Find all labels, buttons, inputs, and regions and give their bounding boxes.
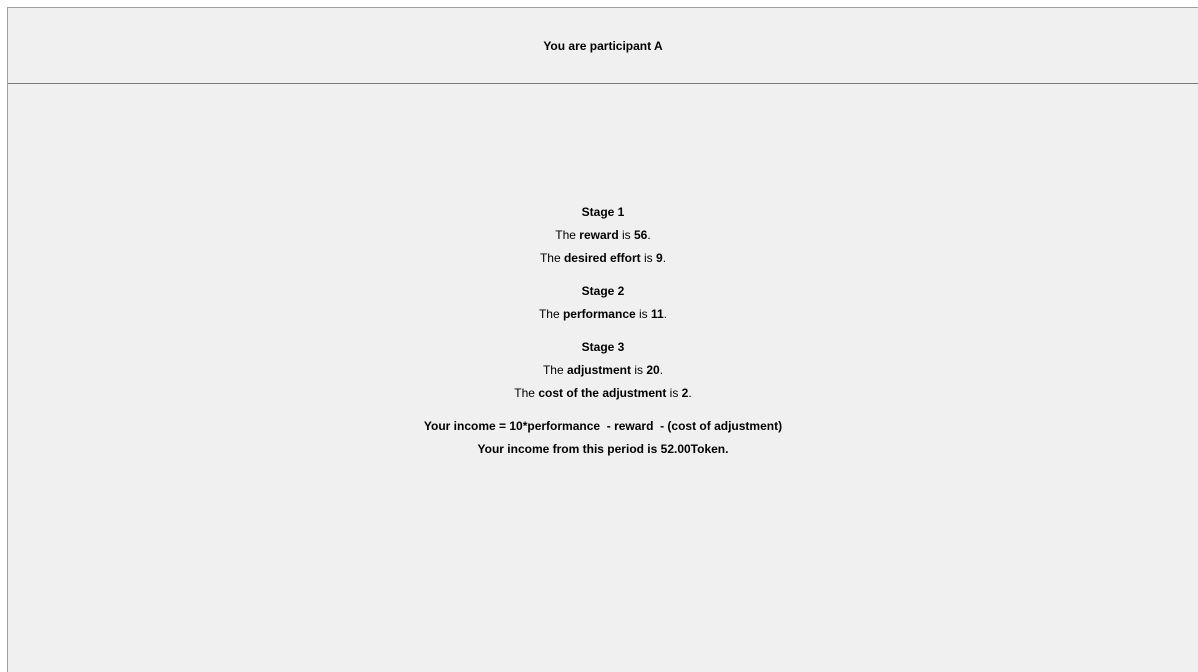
stage3-cost-line: The cost of the adjustment is 2. [514, 386, 692, 400]
reward-value: 56 [634, 228, 648, 242]
income-formula: Your income = 10*performance - reward - … [423, 419, 783, 433]
stage2-heading: Stage 2 [581, 284, 625, 298]
stage3-adjustment-line: The adjustment is 20. [542, 363, 664, 377]
performance-label: performance [562, 307, 636, 321]
effort-value: 9 [656, 251, 663, 265]
participant-title: You are participant A [543, 38, 663, 53]
participant-header: You are participant A [8, 8, 1198, 84]
stage1-heading: Stage 1 [581, 205, 625, 219]
stage3-heading: Stage 3 [581, 340, 625, 354]
effort-label: desired effort [563, 251, 641, 265]
results-summary: Stage 1 The reward is 56. The desired ef… [8, 201, 1198, 461]
adjustment-value: 20 [646, 363, 660, 377]
reward-label: reward [579, 228, 619, 242]
adjustment-label: adjustment [566, 363, 631, 377]
cost-label: cost of the adjustment [538, 386, 667, 400]
performance-value: 11 [651, 307, 664, 321]
stage1-reward-line: The reward is 56. [555, 228, 651, 242]
income-result: Your income from this period is 52.00Tok… [477, 442, 729, 456]
stage2-performance-line: The performance is 11. [538, 307, 668, 321]
stage1-effort-line: The desired effort is 9. [539, 251, 667, 265]
experiment-window: You are participant A Stage 1 The reward… [7, 7, 1198, 672]
